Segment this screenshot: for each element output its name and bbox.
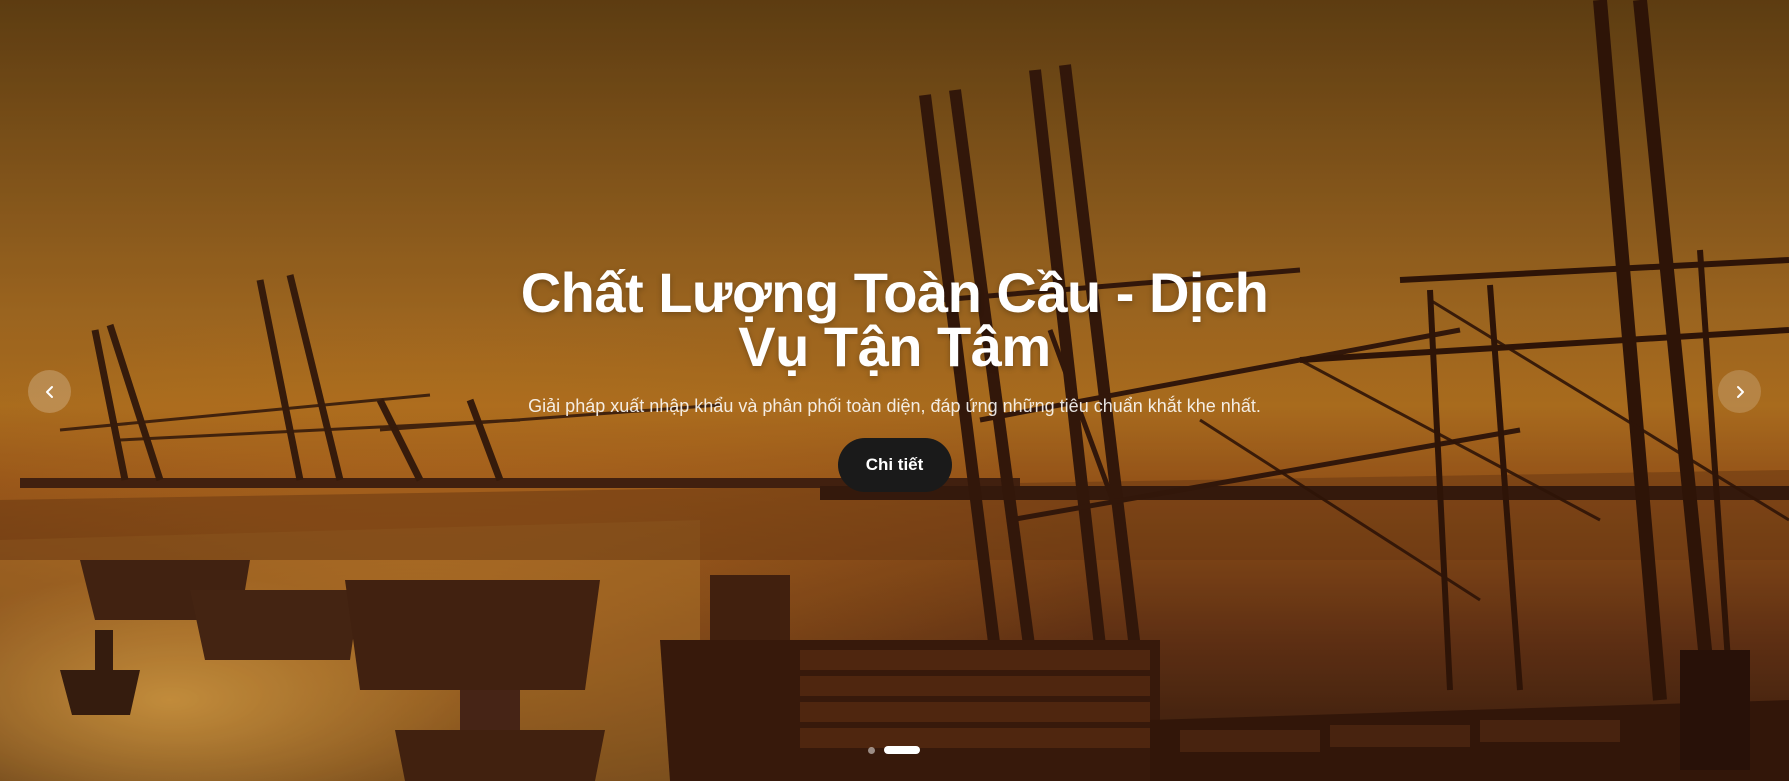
details-button[interactable]: Chi tiết — [837, 438, 952, 492]
hero-title: Chất Lượng Toàn Cầu - Dịch Vụ Tận Tâm — [520, 261, 1269, 378]
hero-content: Chất Lượng Toàn Cầu - Dịch Vụ Tận Tâm Gi… — [0, 261, 1789, 492]
hero-subtitle: Giải pháp xuất nhập khẩu và phân phối to… — [528, 396, 1261, 416]
carousel-pagination — [868, 746, 920, 754]
hero-carousel: Chất Lượng Toàn Cầu - Dịch Vụ Tận Tâm Gi… — [0, 0, 1789, 781]
carousel-dot-1[interactable] — [868, 746, 875, 754]
carousel-dot-2[interactable] — [884, 746, 920, 754]
